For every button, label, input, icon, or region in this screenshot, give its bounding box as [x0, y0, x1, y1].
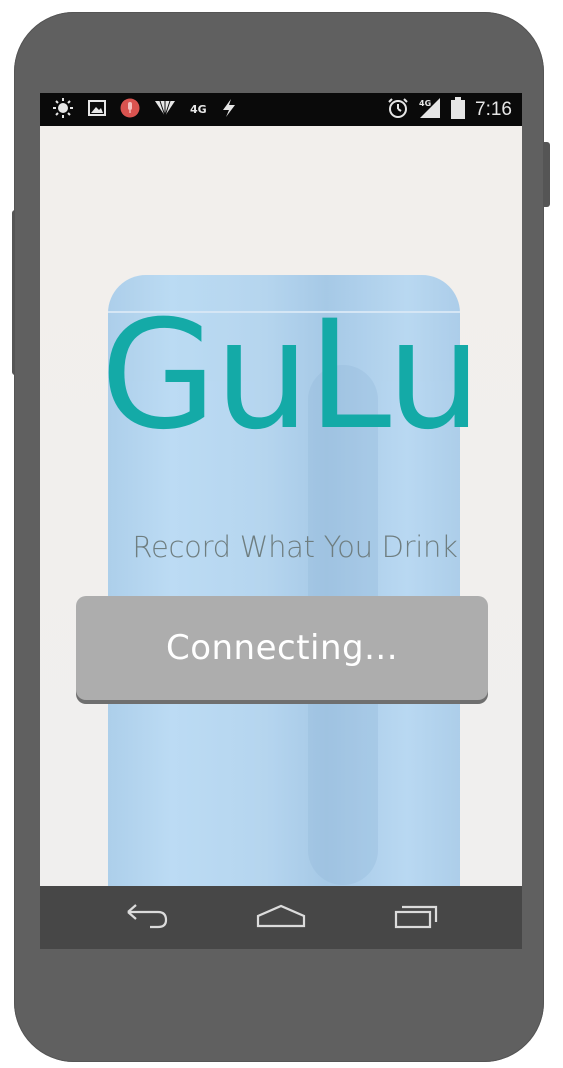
recent-apps-icon [392, 902, 440, 934]
network-4g-label: 4G [190, 103, 207, 116]
splash-screen: GuLu Record What You Drink Connecting... [40, 126, 522, 915]
status-time: 7:16 [475, 98, 512, 120]
connecting-button-label: Connecting... [165, 628, 399, 668]
phone-screen: 4G 4G 7:16 GuLu Record What You Drink Co… [40, 93, 522, 949]
flash-icon [221, 98, 237, 122]
navigation-bar [40, 886, 522, 949]
status-bar: 4G 4G 7:16 [40, 93, 522, 126]
microphone-icon [120, 98, 140, 122]
alarm-icon [387, 97, 409, 123]
app-tagline: Record What You Drink [132, 530, 458, 564]
back-button[interactable] [106, 886, 186, 949]
home-button[interactable] [241, 886, 321, 949]
signal-4g-icon: 4G [419, 97, 441, 123]
connecting-button[interactable]: Connecting... [76, 596, 488, 700]
svg-text:4G: 4G [419, 99, 431, 108]
signal-icon [154, 99, 176, 121]
back-icon [122, 902, 170, 934]
power-button [543, 142, 550, 207]
brightness-icon [52, 97, 74, 123]
recent-apps-button[interactable] [376, 886, 456, 949]
image-icon [88, 99, 106, 120]
home-icon [255, 902, 307, 934]
app-logo: GuLu [100, 289, 481, 463]
battery-icon [451, 96, 466, 123]
